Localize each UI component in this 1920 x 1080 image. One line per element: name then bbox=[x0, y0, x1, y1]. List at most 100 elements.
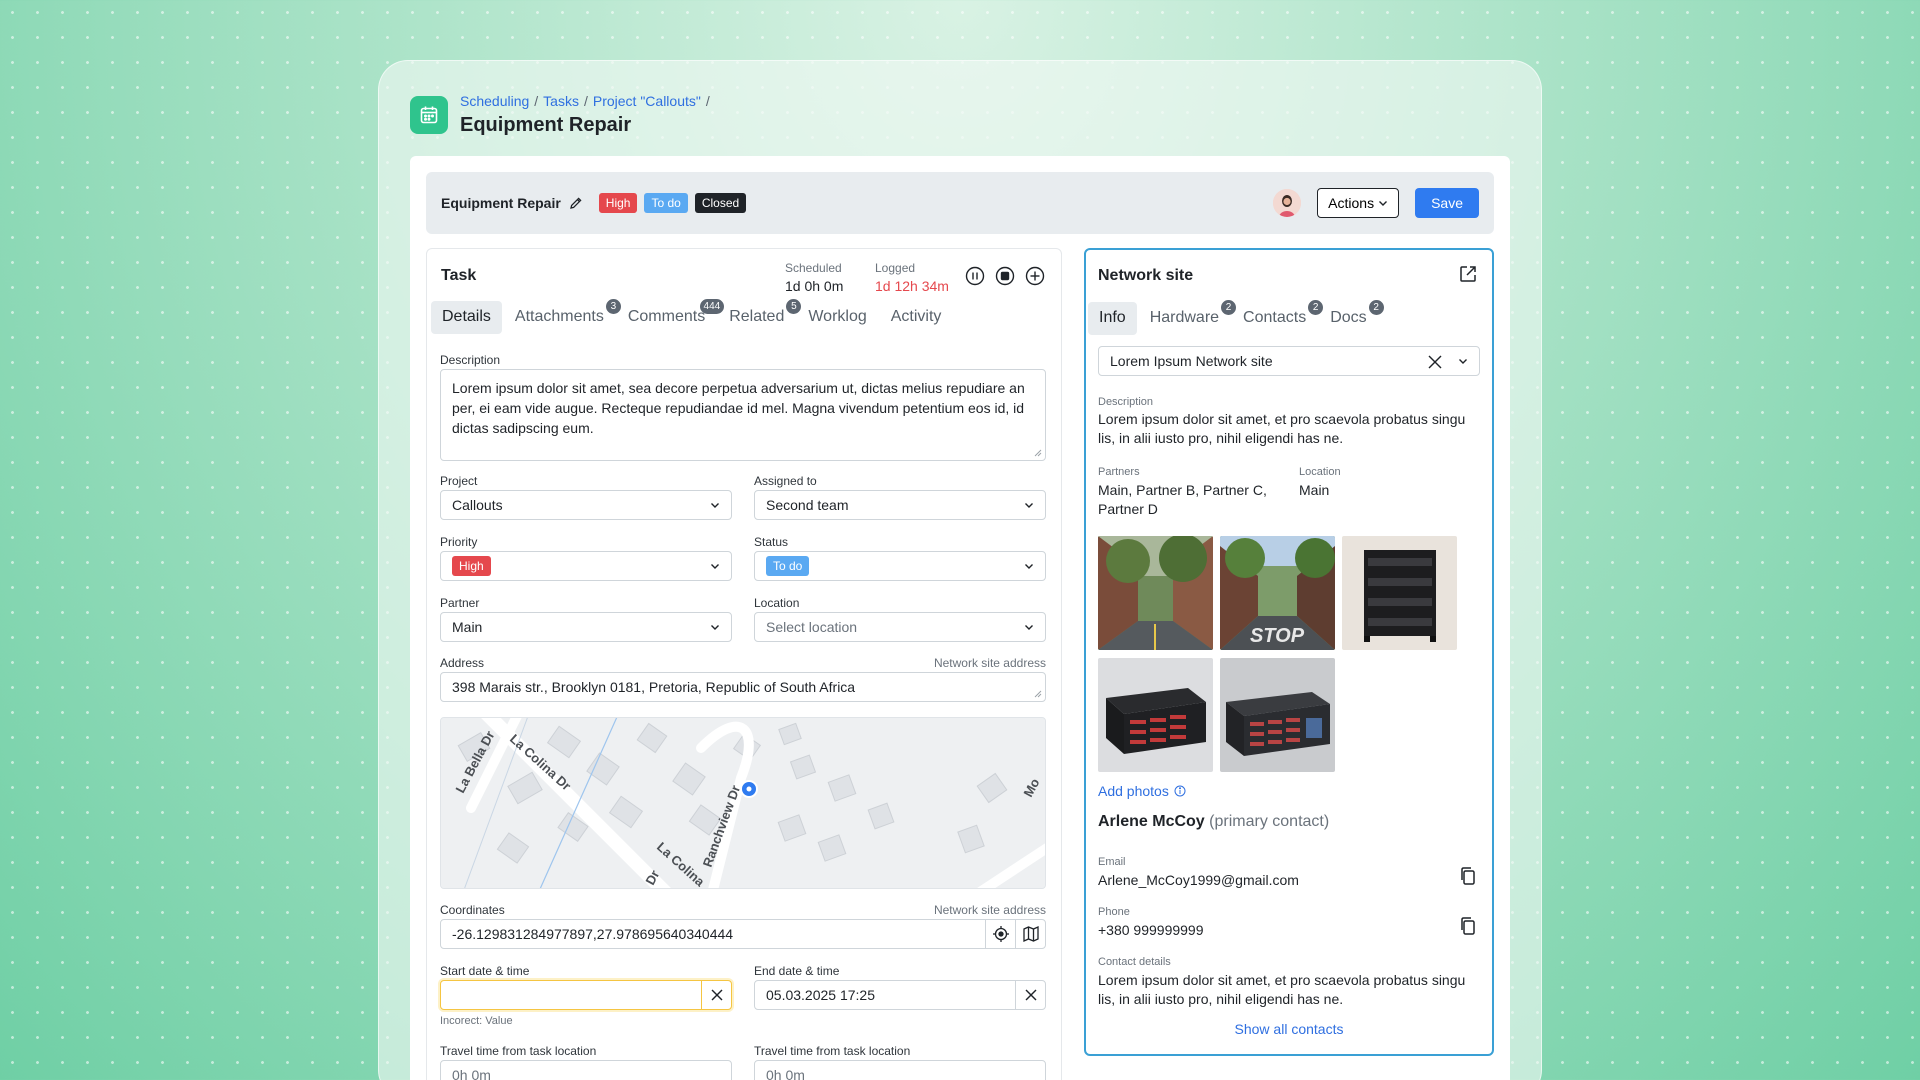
assigned-value: Second team bbox=[766, 497, 849, 513]
breadcrumb-tasks[interactable]: Tasks bbox=[543, 93, 579, 109]
partners-label: Partners bbox=[1098, 466, 1140, 478]
photo-street[interactable] bbox=[1098, 536, 1213, 650]
description-field[interactable]: Lorem ipsum dolor sit amet, sea decore p… bbox=[440, 369, 1046, 461]
map-pin-icon[interactable] bbox=[740, 780, 758, 798]
location-select[interactable]: Select location bbox=[754, 612, 1046, 642]
partner-value: Main bbox=[452, 619, 483, 635]
description-label: Description bbox=[440, 353, 501, 367]
scheduled-label: Scheduled bbox=[785, 261, 842, 275]
address-field[interactable]: 398 Marais str., Brooklyn 0181, Pretoria… bbox=[440, 672, 1046, 702]
chevron-down-icon bbox=[709, 560, 721, 572]
tab-details[interactable]: Details bbox=[431, 301, 502, 334]
contact-heading: Arlene McCoy (primary contact) bbox=[1098, 813, 1329, 831]
logged-label: Logged bbox=[875, 261, 916, 275]
start-date-field[interactable] bbox=[440, 980, 732, 1010]
breadcrumb-separator: / bbox=[583, 93, 588, 109]
tab-docs[interactable]: Docs 2 bbox=[1319, 300, 1384, 335]
resize-handle-icon[interactable] bbox=[1034, 449, 1042, 457]
network-site-panel: Network site Info Hardware 2 Contacts 2 Do… bbox=[1084, 248, 1494, 1056]
assigned-select[interactable]: Second team bbox=[754, 490, 1046, 520]
add-circle-icon[interactable] bbox=[1024, 265, 1046, 287]
partners-value: Main, Partner B, Partner C, Partner D bbox=[1098, 482, 1267, 517]
travel-time-label: Travel time from task location bbox=[754, 1044, 911, 1058]
clear-icon[interactable] bbox=[701, 981, 731, 1009]
actions-label: Actions bbox=[1328, 195, 1375, 211]
travel-time-value: 0h 0m bbox=[766, 1067, 805, 1080]
logged-stat: Logged 1d 12h 34m bbox=[875, 261, 949, 294]
network-site-value: Lorem Ipsum Network site bbox=[1110, 353, 1273, 369]
start-date-label: Start date & time bbox=[440, 964, 530, 978]
copy-icon[interactable] bbox=[1458, 916, 1478, 941]
phone-value: +380 999999999 bbox=[1098, 922, 1204, 938]
site-location-value: Main bbox=[1299, 482, 1330, 498]
coordinates-field[interactable]: -26.129831284977897,27.978695640340444 bbox=[440, 919, 1046, 949]
status-label: Status bbox=[754, 535, 789, 549]
photo-stop-street[interactable]: STOP bbox=[1220, 536, 1335, 650]
tab-comments[interactable]: Comments 444 bbox=[617, 299, 725, 334]
priority-value-badge: High bbox=[452, 556, 491, 576]
tab-label: Worklog bbox=[808, 308, 867, 325]
show-all-contacts-link[interactable]: Show all contacts bbox=[1086, 1021, 1492, 1037]
contact-name: Arlene McCoy bbox=[1098, 813, 1205, 830]
project-select[interactable]: Callouts bbox=[440, 490, 732, 520]
status-select[interactable]: To do bbox=[754, 551, 1046, 581]
avatar[interactable] bbox=[1273, 189, 1302, 217]
map-icon[interactable] bbox=[1015, 920, 1045, 948]
pause-icon[interactable] bbox=[964, 265, 986, 287]
copy-icon[interactable] bbox=[1458, 866, 1478, 891]
stop-icon[interactable] bbox=[994, 265, 1016, 287]
project-label: Project bbox=[440, 474, 478, 488]
breadcrumb-scheduling[interactable]: Scheduling bbox=[460, 93, 529, 109]
breadcrumb-separator: / bbox=[534, 93, 539, 109]
chevron-down-icon bbox=[1023, 499, 1035, 511]
breadcrumb-project[interactable]: Project "Callouts" bbox=[593, 93, 701, 109]
tab-label: Hardware bbox=[1149, 309, 1220, 326]
clear-icon[interactable] bbox=[1427, 354, 1443, 370]
actions-button[interactable]: Actions bbox=[1317, 188, 1400, 218]
assigned-label: Assigned to bbox=[754, 474, 817, 488]
tab-hardware[interactable]: Hardware 2 bbox=[1139, 300, 1237, 335]
end-date-field[interactable]: 05.03.2025 17:25 bbox=[754, 980, 1046, 1010]
save-button[interactable]: Save bbox=[1415, 188, 1479, 218]
task-panel-title: Task bbox=[441, 267, 477, 284]
task-header-bar: Equipment Repair High To do Closed Actio… bbox=[426, 172, 1494, 234]
description-text: Lorem ipsum dolor sit amet, sea decore p… bbox=[452, 380, 1025, 436]
priority-select[interactable]: High bbox=[440, 551, 732, 581]
clear-icon[interactable] bbox=[1015, 981, 1045, 1009]
tab-label: Contacts bbox=[1243, 309, 1307, 326]
tab-label: Docs bbox=[1330, 309, 1367, 326]
tab-info[interactable]: Info bbox=[1088, 302, 1137, 335]
priority-badge: High bbox=[598, 193, 638, 213]
tab-contacts[interactable]: Contacts 2 bbox=[1232, 300, 1324, 335]
resize-handle-icon[interactable] bbox=[1034, 690, 1042, 698]
start-date-error: Incorect: Value bbox=[440, 1015, 513, 1027]
tab-worklog[interactable]: Worklog bbox=[797, 301, 877, 334]
partner-select[interactable]: Main bbox=[440, 612, 732, 642]
locate-icon[interactable] bbox=[985, 920, 1015, 948]
photo-server-2[interactable] bbox=[1220, 658, 1335, 772]
site-description-value: Lorem ipsum dolor sit amet, et pro scaev… bbox=[1098, 411, 1466, 446]
travel-time-field[interactable]: 0h 0m bbox=[754, 1060, 1046, 1080]
tab-attachments[interactable]: Attachments 3 bbox=[504, 299, 621, 334]
contact-details-value: Lorem ipsum dolor sit amet, et pro scaev… bbox=[1098, 972, 1466, 1007]
travel-time-field[interactable]: 0h 0m bbox=[440, 1060, 732, 1080]
travel-time-label: Travel time from task location bbox=[440, 1044, 597, 1058]
add-photos-link[interactable]: Add photos bbox=[1098, 783, 1186, 799]
pencil-icon[interactable] bbox=[569, 196, 583, 210]
coordinates-value: -26.129831284977897,27.978695640340444 bbox=[452, 926, 734, 942]
external-link-icon[interactable] bbox=[1458, 264, 1478, 289]
task-name: Equipment Repair bbox=[441, 195, 561, 211]
tab-label: Activity bbox=[890, 308, 942, 325]
tab-label: Comments bbox=[627, 308, 706, 325]
network-site-select[interactable]: Lorem Ipsum Network site bbox=[1098, 346, 1480, 376]
photo-server-1[interactable] bbox=[1098, 658, 1213, 772]
photo-equipment-rack[interactable] bbox=[1342, 536, 1457, 650]
site-location-label: Location bbox=[1299, 466, 1341, 478]
location-map[interactable]: La Colina Dr La Bella Dr Ranchview Dr La… bbox=[440, 717, 1046, 889]
tab-related[interactable]: Related 5 bbox=[718, 299, 802, 334]
tab-label: Details bbox=[442, 308, 491, 325]
coordinates-hint: Network site address bbox=[933, 903, 1046, 917]
tab-activity[interactable]: Activity bbox=[880, 301, 953, 334]
add-photos-label: Add photos bbox=[1098, 783, 1169, 799]
tab-label: Info bbox=[1099, 309, 1126, 326]
